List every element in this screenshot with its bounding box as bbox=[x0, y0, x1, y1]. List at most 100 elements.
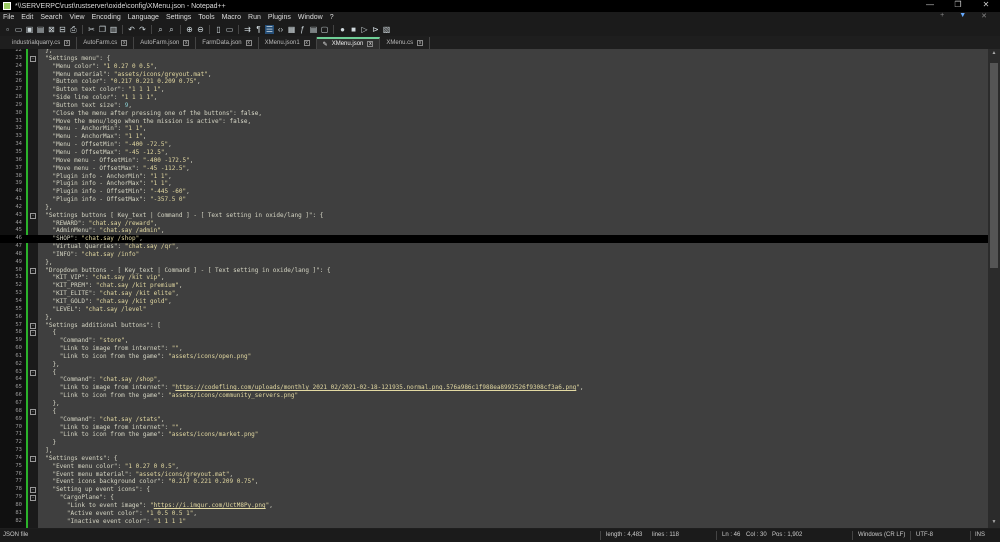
code-line[interactable]: 44 "REWARD": "chat.say /reward", bbox=[0, 220, 988, 228]
menu-tools[interactable]: Tools bbox=[198, 14, 214, 21]
tab-list-icon[interactable]: ▼ bbox=[959, 12, 966, 20]
fold-toggle-icon[interactable]: - bbox=[30, 212, 36, 219]
tab-autofarm-cs[interactable]: AutoFarm.cs x bbox=[77, 37, 135, 49]
show-all-chars-icon[interactable]: ¶ bbox=[254, 25, 263, 34]
tab-xmenu-cs[interactable]: XMenu.cs x bbox=[380, 37, 431, 49]
code-line[interactable]: 60 "Link to image from internet": "", bbox=[0, 345, 988, 353]
tab-close-icon[interactable]: x bbox=[183, 40, 190, 46]
code-line[interactable]: 62 }, bbox=[0, 361, 988, 369]
eol-format[interactable]: Windows (CR LF) bbox=[858, 532, 905, 538]
code-line[interactable]: 24 "Menu color": "1 0.27 0 0.5", bbox=[0, 63, 988, 71]
zoom-in-icon[interactable]: ⊕ bbox=[185, 25, 194, 34]
code-line[interactable]: 26 "Button color": "0.217 0.221 0.209 0.… bbox=[0, 78, 988, 86]
tab-farmdata-json[interactable]: FarmData.json x bbox=[196, 37, 259, 49]
menu-macro[interactable]: Macro bbox=[222, 14, 241, 21]
play-icon[interactable]: ▷ bbox=[360, 25, 369, 34]
code-line[interactable]: 50 - "Dropdown buttons - [ Key_text | Com… bbox=[0, 267, 988, 275]
menu-plugins[interactable]: Plugins bbox=[268, 14, 291, 21]
code-line[interactable]: 68 - { bbox=[0, 408, 988, 416]
code-line[interactable]: 75 "Event menu color": "1 0.27 0 0.5", bbox=[0, 463, 988, 471]
code-line[interactable]: 64 "Command": "chat.say /shop", bbox=[0, 376, 988, 384]
code-line[interactable]: 70 "Link to image from internet": "", bbox=[0, 424, 988, 432]
fold-toggle-icon[interactable]: - bbox=[30, 487, 36, 494]
code-line[interactable]: 51 "KIT_VIP": "chat.say /kit vip", bbox=[0, 274, 988, 282]
code-line[interactable]: 73 ], bbox=[0, 447, 988, 455]
fold-toggle-icon[interactable]: - bbox=[30, 455, 36, 462]
code-line[interactable]: 36 "Move menu - OffsetMin": "-400 -172.5… bbox=[0, 157, 988, 165]
play-multiple-icon[interactable]: ⊳ bbox=[371, 25, 380, 34]
fold-toggle-icon[interactable]: - bbox=[30, 267, 36, 274]
udl-icon[interactable]: ‹› bbox=[276, 25, 285, 34]
scrollbar-thumb[interactable] bbox=[990, 63, 998, 268]
code-line[interactable]: 76 "Event menu material": "assets/icons/… bbox=[0, 471, 988, 479]
code-line[interactable]: 48 "INFO": "chat.say /info" bbox=[0, 251, 988, 259]
paste-icon[interactable]: ▥ bbox=[109, 25, 118, 34]
code-line[interactable]: 23 - "Settings menu": { bbox=[0, 55, 988, 63]
redo-icon[interactable]: ↷ bbox=[138, 25, 147, 34]
close-doc-icon[interactable]: ✕ bbox=[981, 12, 987, 20]
code-line[interactable]: 55 "LEVEL": "chat.say /level" bbox=[0, 306, 988, 314]
print-icon[interactable]: ⎙ bbox=[69, 25, 78, 34]
sync-h-icon[interactable]: ▭ bbox=[225, 25, 234, 34]
tab-close-icon[interactable]: x bbox=[417, 40, 424, 46]
menu-window[interactable]: Window bbox=[298, 14, 323, 21]
code-line[interactable]: 30 "Close the menu after pressing one of… bbox=[0, 110, 988, 118]
code-line[interactable]: 59 "Command": "store", bbox=[0, 337, 988, 345]
scroll-up-icon[interactable]: ▲ bbox=[989, 50, 999, 58]
code-line[interactable]: 81 "Active event color": "1 0.5 0.5 1", bbox=[0, 510, 988, 518]
code-line[interactable]: 43 - "Settings buttons [ Key_text | Comma… bbox=[0, 212, 988, 220]
code-line[interactable]: 71 "Link to icon from the game": "assets… bbox=[0, 431, 988, 439]
code-line[interactable]: 58 - { bbox=[0, 329, 988, 337]
menu-encoding[interactable]: Encoding bbox=[92, 14, 121, 21]
code-line[interactable]: 77 "Event icons background color": "0.21… bbox=[0, 478, 988, 486]
code-line[interactable]: 78 - "Setting up event icons": { bbox=[0, 486, 988, 494]
code-line[interactable]: 61 "Link to icon from the game": "assets… bbox=[0, 353, 988, 361]
tab-close-icon[interactable]: x bbox=[64, 40, 71, 46]
code-line[interactable]: 39 "Plugin info - AnchorMax": "1 1", bbox=[0, 180, 988, 188]
word-wrap-icon[interactable]: ⇉ bbox=[243, 25, 252, 34]
menu-settings[interactable]: Settings bbox=[166, 14, 191, 21]
fold-toggle-icon[interactable]: - bbox=[30, 322, 36, 329]
code-lines[interactable]: 22 }, 23- "Settings menu": {24 "Menu colo… bbox=[0, 49, 988, 525]
code-line[interactable]: 67 }, bbox=[0, 400, 988, 408]
menu-file[interactable]: File bbox=[3, 14, 14, 21]
open-icon[interactable]: ▭ bbox=[14, 25, 23, 34]
cut-icon[interactable]: ✂ bbox=[87, 25, 96, 34]
close-icon[interactable]: ⊠ bbox=[47, 25, 56, 34]
code-line[interactable]: 28 "Side line color": "1 1 1 1", bbox=[0, 94, 988, 102]
fold-toggle-icon[interactable]: - bbox=[30, 369, 36, 376]
code-line[interactable]: 29 "Button text size": 9, bbox=[0, 102, 988, 110]
insert-mode[interactable]: INS bbox=[975, 532, 985, 538]
code-line[interactable]: 42 }, bbox=[0, 204, 988, 212]
folder-workspace-icon[interactable]: ▤ bbox=[309, 25, 318, 34]
code-line[interactable]: 40 "Plugin info - OffsetMin": "-445 -60"… bbox=[0, 188, 988, 196]
menu-search[interactable]: Search bbox=[40, 14, 62, 21]
code-line[interactable]: 82 "Inactive event color": "1 1 1 1" bbox=[0, 518, 988, 526]
tab-close-icon[interactable]: x bbox=[121, 40, 128, 46]
code-line[interactable]: 65 "Link to image from internet": "https… bbox=[0, 384, 988, 392]
menu-language[interactable]: Language bbox=[128, 14, 159, 21]
code-line[interactable]: 46 "SHOP": "chat.say /shop", bbox=[0, 235, 988, 244]
encoding[interactable]: UTF-8 bbox=[916, 532, 933, 538]
scroll-down-icon[interactable]: ▼ bbox=[989, 519, 999, 527]
stop-icon[interactable]: ■ bbox=[349, 25, 358, 34]
code-line[interactable]: 34 "Menu - OffsetMin": "-400 -72.5", bbox=[0, 141, 988, 149]
maximize-button[interactable]: ❐ bbox=[944, 0, 972, 9]
new-tab-icon[interactable]: + bbox=[940, 12, 944, 20]
code-line[interactable]: 47 "Virtual Quarries": "chat.say /qr", bbox=[0, 243, 988, 251]
close-button[interactable]: ✕ bbox=[972, 0, 1000, 9]
code-line[interactable]: 79 - "CargoPlane": { bbox=[0, 494, 988, 502]
code-line[interactable]: 53 "KIT_ELITE": "chat.say /kit elite", bbox=[0, 290, 988, 298]
replace-icon[interactable]: ⌕ bbox=[167, 25, 176, 34]
tab-xmenu-json[interactable]: ✎ XMenu.json x bbox=[316, 37, 381, 49]
code-line[interactable]: 80 "Link to event image": "https://i.img… bbox=[0, 502, 988, 510]
code-line[interactable]: 25 "Menu material": "assets/icons/greyou… bbox=[0, 71, 988, 79]
tab-close-icon[interactable]: x bbox=[303, 40, 310, 46]
code-line[interactable]: 63 - { bbox=[0, 369, 988, 377]
undo-icon[interactable]: ↶ bbox=[127, 25, 136, 34]
tab-industrialquarry-cs[interactable]: industrialquarry.cs x bbox=[6, 37, 78, 49]
code-line[interactable]: 69 "Command": "chat.say /stats", bbox=[0, 416, 988, 424]
save-all-icon[interactable]: ▤ bbox=[36, 25, 45, 34]
code-line[interactable]: 35 "Menu - OffsetMax": "-45 -12.5", bbox=[0, 149, 988, 157]
menu-run[interactable]: Run bbox=[248, 14, 261, 21]
